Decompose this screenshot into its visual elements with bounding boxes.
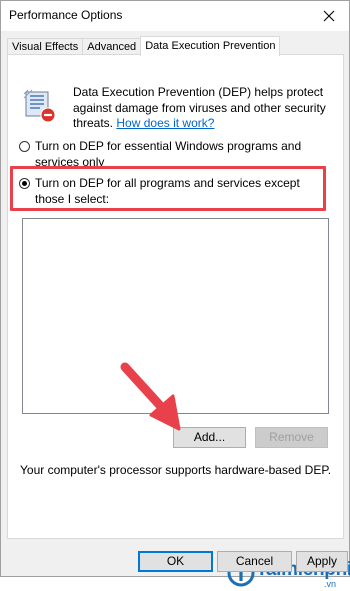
add-button[interactable]: Add... bbox=[173, 427, 246, 448]
processor-support-text: Your computer's processor supports hardw… bbox=[20, 463, 332, 477]
tab-advanced[interactable]: Advanced bbox=[82, 38, 142, 55]
radio-essential[interactable] bbox=[19, 141, 30, 152]
exceptions-list[interactable] bbox=[22, 218, 329, 414]
tab-visual-effects[interactable]: Visual Effects bbox=[7, 38, 84, 55]
tab-strip: Visual Effects Advanced Data Execution P… bbox=[7, 36, 281, 56]
remove-button: Remove bbox=[255, 427, 328, 448]
apply-button[interactable]: Apply bbox=[296, 551, 348, 572]
dep-shield-icon bbox=[23, 89, 56, 123]
cancel-button[interactable]: Cancel bbox=[217, 551, 292, 572]
radio-all-label: Turn on DEP for all programs and service… bbox=[35, 176, 300, 206]
tab-data-execution-prevention[interactable]: Data Execution Prevention bbox=[140, 36, 281, 56]
radio-all-option[interactable]: Turn on DEP for all programs and service… bbox=[19, 176, 320, 207]
radio-all[interactable] bbox=[19, 178, 30, 189]
window-title: Performance Options bbox=[9, 8, 123, 22]
ok-button[interactable]: OK bbox=[138, 551, 213, 572]
performance-options-window: Performance Options Visual Effects Advan… bbox=[0, 0, 350, 589]
title-bar: Performance Options bbox=[1, 1, 349, 31]
dep-panel: Data Execution Prevention (DEP) helps pr… bbox=[7, 54, 350, 589]
close-icon bbox=[323, 10, 335, 22]
how-does-it-work-link[interactable]: How does it work? bbox=[116, 116, 214, 130]
dep-description: Data Execution Prevention (DEP) helps pr… bbox=[73, 85, 335, 132]
watermark-suffix: .vn bbox=[324, 579, 337, 589]
close-button[interactable] bbox=[309, 1, 349, 31]
